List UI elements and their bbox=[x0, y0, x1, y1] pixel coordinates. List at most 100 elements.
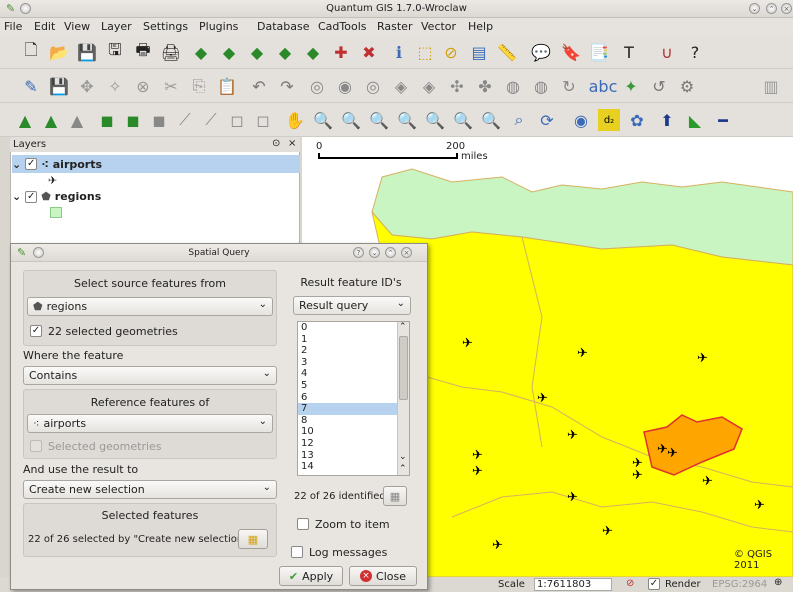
close-button[interactable]: × Close bbox=[349, 566, 417, 586]
menu-file[interactable]: File bbox=[4, 20, 22, 33]
save-edits-icon[interactable]: 💾 bbox=[48, 75, 70, 97]
maximize-button[interactable]: ⌃ bbox=[766, 3, 777, 14]
plugin-tool-2-icon[interactable]: ▲ bbox=[40, 109, 62, 131]
plugin-tool-1-icon[interactable]: ▲ bbox=[14, 109, 36, 131]
dialog-close-button[interactable]: × bbox=[401, 247, 412, 258]
list-item[interactable]: 0 bbox=[298, 322, 409, 334]
add-vector-layer-icon[interactable]: ◆ bbox=[190, 41, 212, 63]
cut-features-icon[interactable]: ✂ bbox=[160, 75, 182, 97]
magnet-icon[interactable]: ∪ bbox=[656, 41, 678, 63]
attribute-table-icon[interactable]: ▤ bbox=[468, 41, 490, 63]
expand-arrow-icon[interactable]: ⌄ bbox=[12, 158, 21, 171]
add-postgis-layer-icon[interactable]: ◆ bbox=[246, 41, 268, 63]
list-item[interactable]: 10 bbox=[298, 426, 409, 438]
plugin-tool-7-icon[interactable]: ⟋ bbox=[174, 109, 196, 131]
scroll-thumb[interactable] bbox=[399, 336, 408, 400]
identify-icon[interactable]: ℹ bbox=[388, 41, 410, 63]
zoom-layer-icon[interactable]: 🔍 bbox=[424, 109, 446, 131]
delete-ring-icon[interactable]: ◈ bbox=[390, 75, 412, 97]
list-item[interactable]: 8 bbox=[298, 415, 409, 427]
crs-label[interactable]: EPSG:2964 bbox=[712, 579, 767, 590]
plugin-tool-4-icon[interactable]: ◼ bbox=[96, 109, 118, 131]
distance-icon[interactable]: d₂ bbox=[598, 109, 620, 131]
node-tool-icon[interactable]: ✧ bbox=[104, 75, 126, 97]
plugin-arrow-icon[interactable]: ◣ bbox=[684, 109, 706, 131]
list-item[interactable]: 4 bbox=[298, 368, 409, 380]
minimize-button[interactable]: ⌄ bbox=[749, 3, 760, 14]
merge-attributes-icon[interactable]: ◍ bbox=[530, 75, 552, 97]
measure-icon[interactable]: 📏 bbox=[496, 41, 518, 63]
select-icon[interactable]: ⬚ bbox=[414, 41, 436, 63]
add-ring-icon[interactable]: ◉ bbox=[334, 75, 356, 97]
zoom-selection-icon[interactable]: 🔍 bbox=[396, 109, 418, 131]
new-shapefile-icon[interactable]: ✚ bbox=[330, 41, 352, 63]
list-item[interactable]: 5 bbox=[298, 380, 409, 392]
redo-icon[interactable]: ↷ bbox=[276, 75, 298, 97]
scroll-up-icon[interactable]: ⌃ bbox=[399, 322, 407, 332]
scale-input[interactable]: 1:7611803 bbox=[534, 578, 612, 591]
apply-button[interactable]: ✔ Apply bbox=[279, 566, 343, 586]
operation-combo[interactable]: Contains ⌄ bbox=[23, 366, 277, 385]
reshape-icon[interactable]: ✣ bbox=[446, 75, 468, 97]
close-panel-icon[interactable]: × bbox=[288, 138, 296, 149]
menu-cadtools[interactable]: CadTools bbox=[318, 20, 367, 33]
show-bookmarks-icon[interactable]: 📑 bbox=[588, 41, 610, 63]
print-icon[interactable]: 🖨 bbox=[160, 41, 182, 63]
zoom-full-icon[interactable]: 🔍 bbox=[368, 109, 390, 131]
zoom-next-icon[interactable]: 🔍 bbox=[480, 109, 502, 131]
move-feature-icon[interactable]: ✥ bbox=[76, 75, 98, 97]
reference-layer-combo[interactable]: ⁖ airports ⌄ bbox=[27, 414, 273, 433]
list-item[interactable]: 14 bbox=[298, 461, 409, 473]
plugin-tool-5-icon[interactable]: ◼ bbox=[122, 109, 144, 131]
dialog-minimize-button[interactable]: ⌄ bbox=[369, 247, 380, 258]
selection-zoom-button[interactable]: ▦ bbox=[238, 529, 268, 549]
gps-icon[interactable]: ◉ bbox=[570, 109, 592, 131]
rotate-label-icon[interactable]: ↺ bbox=[648, 75, 670, 97]
scroll-down-icon[interactable]: ⌃ bbox=[399, 464, 407, 474]
menu-layer[interactable]: Layer bbox=[101, 20, 132, 33]
merge-features-icon[interactable]: ◍ bbox=[502, 75, 524, 97]
menu-vector[interactable]: Vector bbox=[421, 20, 456, 33]
delete-selected-icon[interactable]: ⊗ bbox=[132, 75, 154, 97]
menu-help[interactable]: Help bbox=[468, 20, 493, 33]
menu-plugins[interactable]: Plugins bbox=[199, 20, 238, 33]
plugin-tool-8-icon[interactable]: ⟋ bbox=[200, 109, 222, 131]
dialog-help-button[interactable]: ? bbox=[353, 247, 364, 258]
list-item[interactable]: 13 bbox=[298, 450, 409, 462]
plugin-tool-9-icon[interactable]: ◻ bbox=[226, 109, 248, 131]
new-bookmark-icon[interactable]: 🔖 bbox=[560, 41, 582, 63]
deselect-icon[interactable]: ⊘ bbox=[440, 41, 462, 63]
save-project-icon[interactable]: 💾 bbox=[76, 41, 98, 63]
source-layer-combo[interactable]: ⬟ regions ⌄ bbox=[27, 297, 273, 316]
plugin-tool-6-icon[interactable]: ◼ bbox=[148, 109, 170, 131]
expand-arrow-icon[interactable]: ⌄ bbox=[12, 190, 21, 203]
menu-database[interactable]: Database bbox=[257, 20, 310, 33]
layer-visibility-checkbox[interactable]: ✓ bbox=[25, 190, 38, 203]
map-tips-icon[interactable]: 💬 bbox=[530, 41, 552, 63]
remove-layer-icon[interactable]: ✖ bbox=[358, 41, 380, 63]
list-item[interactable]: 3 bbox=[298, 357, 409, 369]
layer-item-airports[interactable]: ⌄ ✓ ⁖ airports bbox=[12, 155, 300, 173]
stop-render-icon[interactable]: ⊘ bbox=[626, 578, 634, 589]
list-item[interactable]: 1 bbox=[298, 334, 409, 346]
render-checkbox[interactable]: ✓ bbox=[648, 578, 660, 590]
selected-geometries-checkbox[interactable]: ✓ bbox=[30, 325, 42, 337]
menu-settings[interactable]: Settings bbox=[143, 20, 188, 33]
list-item[interactable]: 6 bbox=[298, 392, 409, 404]
simplify-icon[interactable]: ◎ bbox=[306, 75, 328, 97]
toggle-editing-icon[interactable]: ✎ bbox=[20, 75, 42, 97]
reference-selected-checkbox[interactable] bbox=[30, 440, 42, 452]
paste-features-icon[interactable]: 📋 bbox=[216, 75, 238, 97]
add-raster-layer-icon[interactable]: ◆ bbox=[218, 41, 240, 63]
undo-icon[interactable]: ↶ bbox=[248, 75, 270, 97]
float-panel-icon[interactable]: ⊙ bbox=[272, 138, 280, 149]
log-messages-checkbox[interactable] bbox=[291, 546, 303, 558]
refresh-icon[interactable]: ⟳ bbox=[536, 109, 558, 131]
menu-view[interactable]: View bbox=[64, 20, 90, 33]
zoom-identified-button[interactable]: ▦ bbox=[383, 486, 407, 506]
text-annotation-icon[interactable]: T bbox=[618, 41, 640, 63]
close-window-button[interactable]: × bbox=[781, 3, 792, 14]
add-spatialite-layer-icon[interactable]: ◆ bbox=[274, 41, 296, 63]
result-query-combo[interactable]: Result query ⌄ bbox=[293, 296, 411, 315]
zoom-to-item-checkbox[interactable] bbox=[297, 518, 309, 530]
